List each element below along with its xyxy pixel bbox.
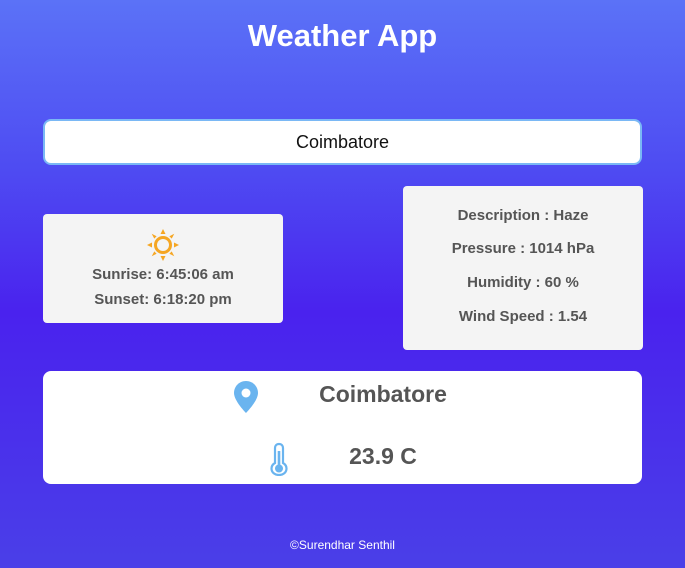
footer-credit: ©Surendhar Senthil bbox=[290, 538, 395, 552]
location-pin-icon bbox=[234, 381, 258, 413]
app-title: Weather App bbox=[247, 18, 438, 53]
sunrise-text: Sunrise: 6:45:06 am bbox=[92, 266, 234, 283]
sunset-text: Sunset: 6:18:20 pm bbox=[94, 291, 232, 308]
current-weather-card: Coimbatore 23.9 C bbox=[43, 371, 642, 484]
humidity-text: Humidity : 60 % bbox=[467, 274, 579, 291]
sun-times-card: Sunrise: 6:45:06 am Sunset: 6:18:20 pm bbox=[43, 214, 283, 323]
wind-speed-text: Wind Speed : 1.54 bbox=[458, 308, 588, 325]
city-search-input[interactable] bbox=[43, 119, 642, 165]
weather-details-card: Description : Haze Pressure : 1014 hPa H… bbox=[403, 186, 643, 350]
location-name: Coimbatore bbox=[319, 381, 447, 407]
sun-icon bbox=[147, 229, 179, 261]
description-text: Description : Haze bbox=[457, 207, 589, 224]
temperature-value: 23.9 C bbox=[349, 443, 417, 469]
pressure-text: Pressure : 1014 hPa bbox=[451, 240, 595, 257]
